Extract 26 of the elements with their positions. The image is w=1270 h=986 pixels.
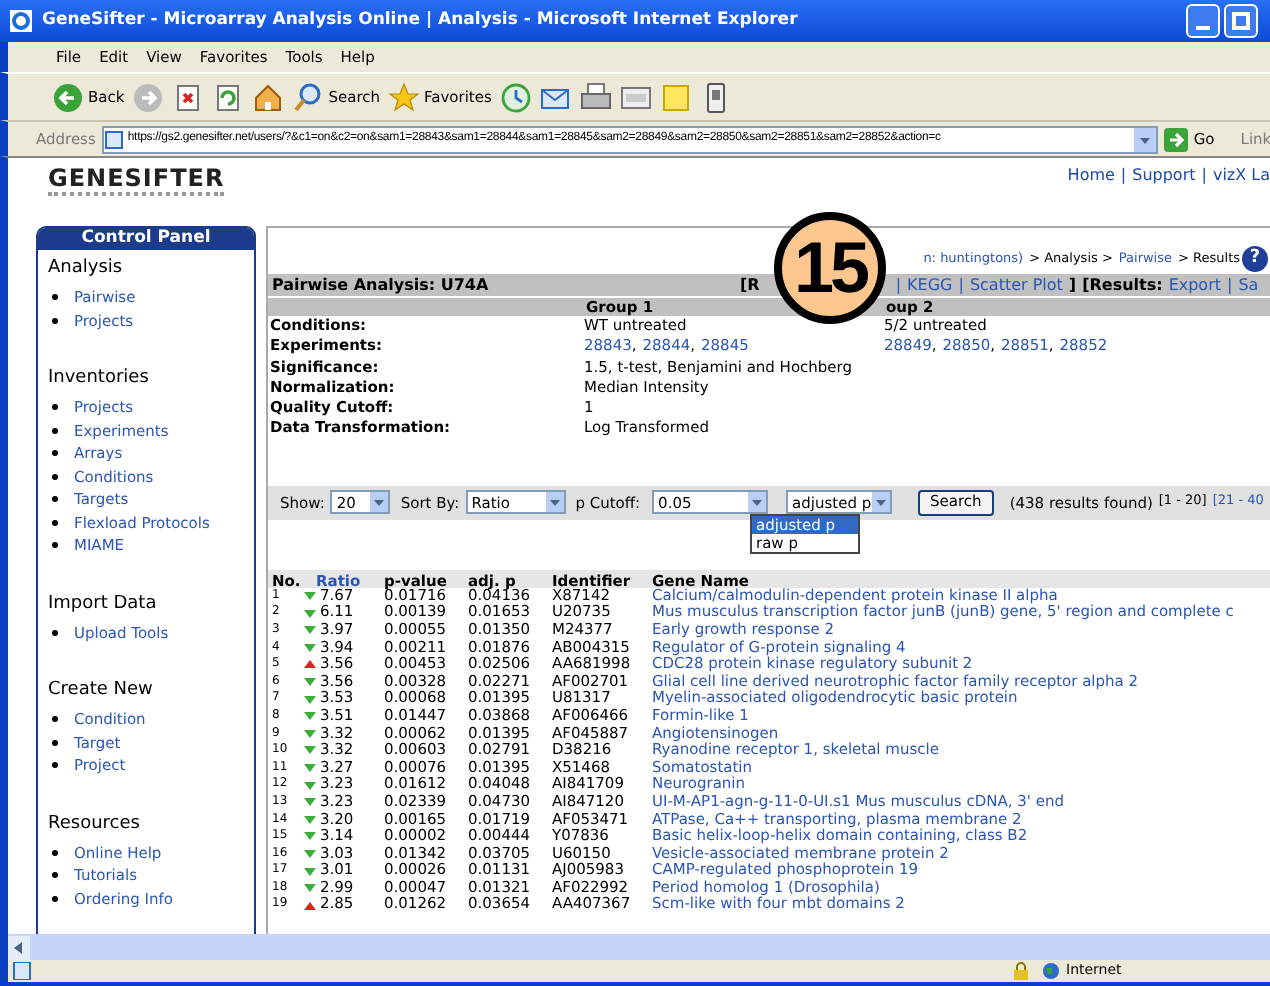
link-separator: | [958, 274, 964, 296]
link-separator: | [1227, 274, 1233, 296]
header-link[interactable]: KEGG [907, 274, 953, 296]
section-heading: Analysis [48, 256, 125, 280]
section-heading: Inventories [48, 366, 151, 390]
header-link[interactable]: Sa [1238, 274, 1259, 296]
link-separator: | [1120, 164, 1127, 188]
header-link[interactable]: Export [1168, 274, 1221, 296]
callout-badge: 15 [774, 212, 886, 324]
link-separator: | [1201, 164, 1207, 188]
nav-link[interactable]: Support [1132, 164, 1196, 188]
header-text: [R [740, 274, 760, 296]
window-title: GeneSifter - Microarray Analysis Online | Analysis - Microsoft Internet Explorer [42, 8, 798, 34]
header-text: ] [1068, 274, 1077, 296]
header-link[interactable]: Scatter Plot [969, 274, 1063, 296]
analysis-title: Pairwise Analysis: U74A [272, 274, 491, 296]
section-heading: Create New [48, 678, 155, 702]
nav-link[interactable]: vizX La [1212, 164, 1270, 188]
help-icon[interactable]: ? [1242, 246, 1268, 272]
section-heading: Resources [48, 811, 142, 835]
section-heading: Import Data [48, 591, 159, 615]
site-logo: GENESIFTER [48, 166, 225, 196]
panel-title: Control Panel [38, 228, 254, 250]
header-text: [Results: [1082, 274, 1163, 296]
link-separator: | [895, 274, 902, 296]
nav-link[interactable]: Home [1067, 164, 1115, 188]
